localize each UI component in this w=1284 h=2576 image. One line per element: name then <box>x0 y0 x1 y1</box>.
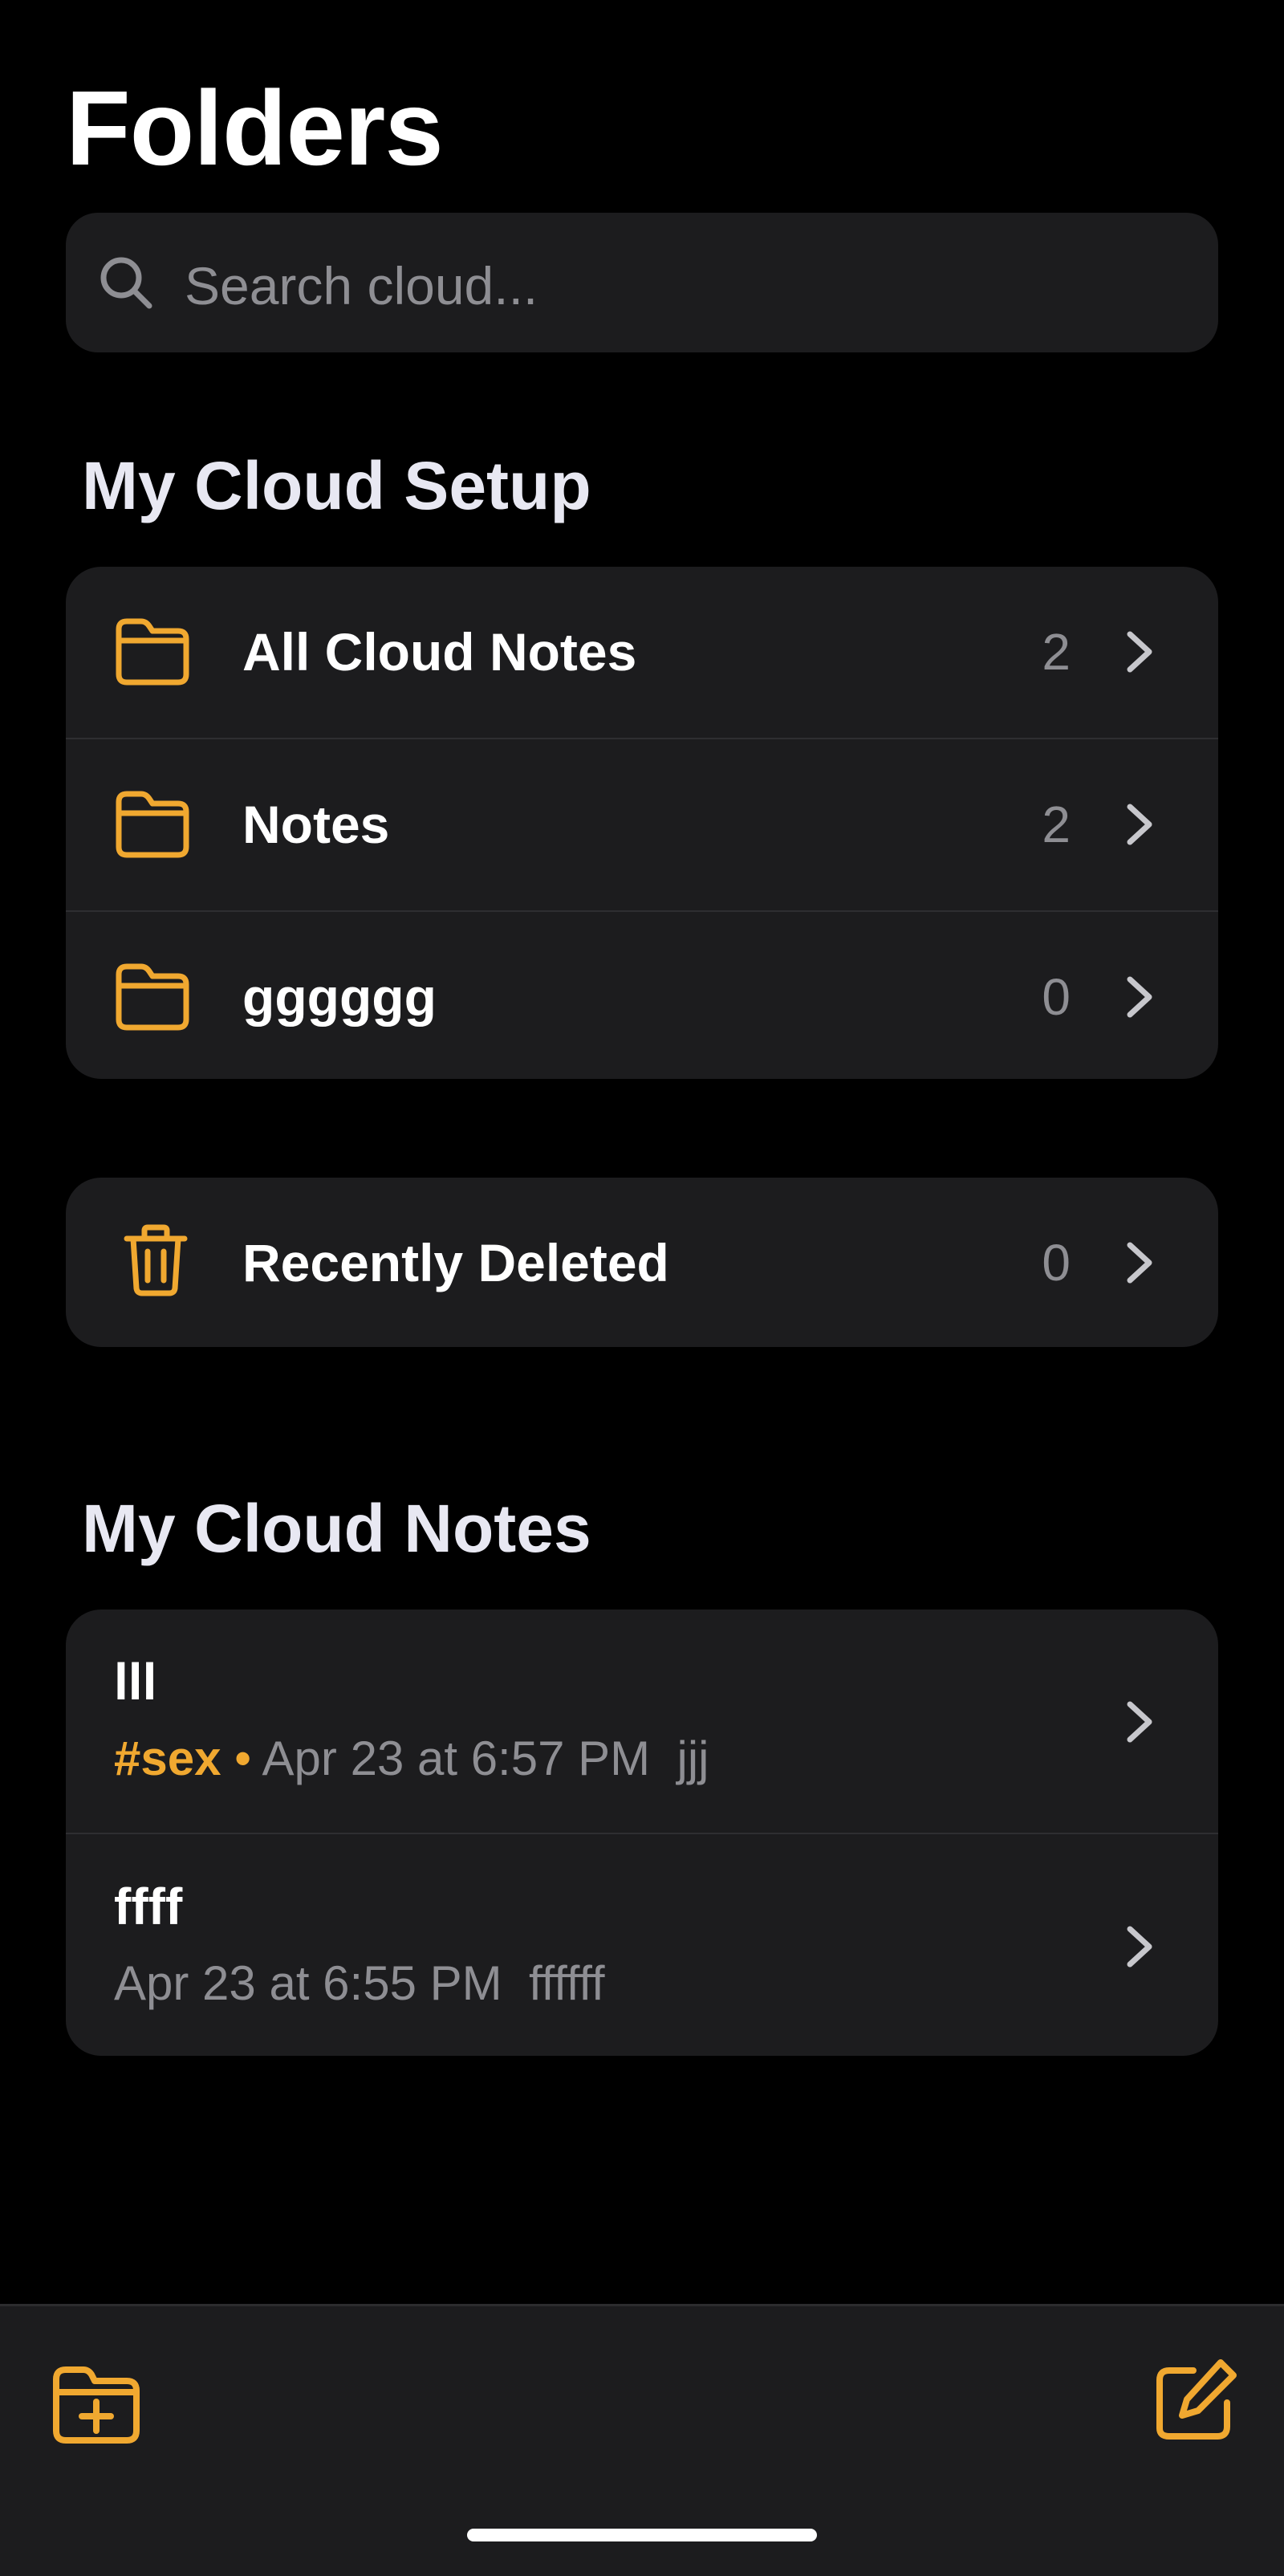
recently-deleted-card: Recently Deleted 0 <box>66 1178 1218 1347</box>
folder-icon <box>116 791 189 858</box>
page-title: Folders <box>66 69 444 187</box>
folder-label: Recently Deleted <box>242 1233 669 1292</box>
section-title-cloud-notes: My Cloud Notes <box>82 1491 591 1566</box>
note-date: Apr 23 at 6:57 PM <box>262 1732 651 1785</box>
note-row[interactable]: ffff Apr 23 at 6:55 PM ffffff <box>66 1834 1218 2056</box>
folder-label: All Cloud Notes <box>242 622 637 682</box>
section-title-cloud-setup: My Cloud Setup <box>82 448 591 523</box>
search-icon <box>100 257 152 309</box>
note-meta: #sex • Apr 23 at 6:57 PM jjj <box>114 1727 709 1791</box>
note-title: lll <box>114 1653 157 1711</box>
trash-icon <box>124 1224 188 1296</box>
folder-row-recently-deleted[interactable]: Recently Deleted 0 <box>66 1178 1218 1347</box>
home-indicator[interactable] <box>467 2529 817 2541</box>
note-preview: jjj <box>677 1732 709 1785</box>
folder-row-gggggg[interactable]: gggggg 0 <box>66 912 1218 1079</box>
folder-count: 0 <box>1042 1234 1071 1292</box>
folder-count: 2 <box>1042 623 1071 681</box>
chevron-right-icon <box>1127 1926 1152 1968</box>
folders-screen: Folders My Cloud Setup All Cloud Notes 2… <box>0 0 1284 2576</box>
folder-label: gggggg <box>242 967 437 1027</box>
note-row[interactable]: lll #sex • Apr 23 at 6:57 PM jjj <box>66 1609 1218 1834</box>
chevron-right-icon <box>1127 976 1152 1018</box>
folder-row-notes[interactable]: Notes 2 <box>66 739 1218 912</box>
compose-icon[interactable] <box>1152 2356 1240 2444</box>
note-tag[interactable]: #sex <box>114 1732 221 1785</box>
folders-card: All Cloud Notes 2 Notes 2 gggggg 0 <box>66 567 1218 1079</box>
search-input[interactable] <box>183 241 1149 331</box>
folder-label: Notes <box>242 795 390 854</box>
folder-count: 2 <box>1042 796 1071 853</box>
folder-row-all-cloud-notes[interactable]: All Cloud Notes 2 <box>66 567 1218 739</box>
note-meta: Apr 23 at 6:55 PM ffffff <box>114 1951 605 2016</box>
folder-icon <box>116 618 189 686</box>
notes-card: lll #sex • Apr 23 at 6:57 PM jjj ffff Ap… <box>66 1609 1218 2056</box>
note-preview: ffffff <box>528 1956 605 2010</box>
folder-plus-icon[interactable] <box>48 2360 144 2448</box>
chevron-right-icon <box>1127 804 1152 845</box>
chevron-right-icon <box>1127 631 1152 673</box>
folder-count: 0 <box>1042 968 1071 1026</box>
chevron-right-icon <box>1127 1242 1152 1284</box>
note-title: ffff <box>114 1878 183 1935</box>
note-separator: • <box>234 1732 252 1785</box>
note-date: Apr 23 at 6:55 PM <box>114 1956 502 2010</box>
chevron-right-icon <box>1127 1701 1152 1743</box>
folder-icon <box>116 963 189 1031</box>
